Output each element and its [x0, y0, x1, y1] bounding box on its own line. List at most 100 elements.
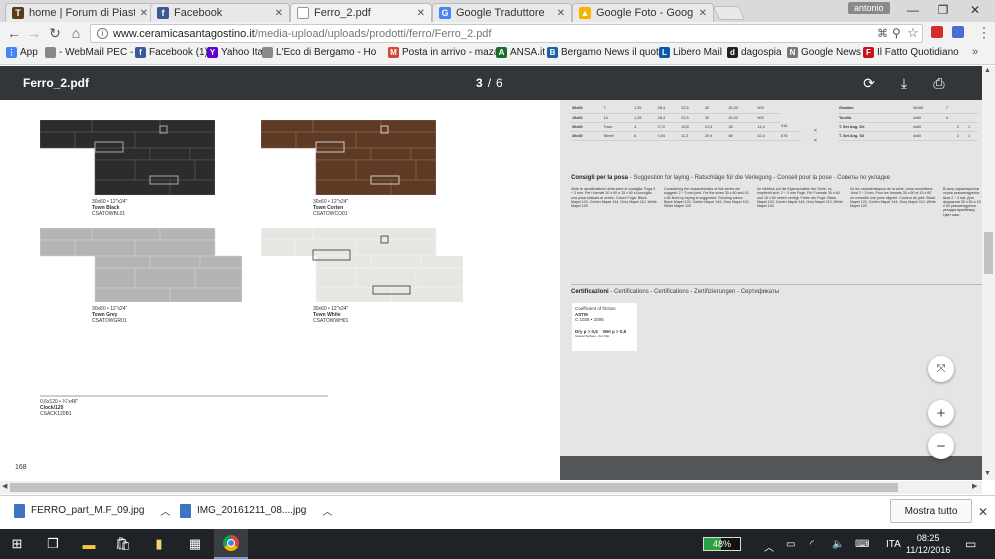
scroll-up-arrow-icon[interactable]: ▲ — [984, 67, 991, 74]
scroll-down-arrow-icon[interactable]: ▼ — [984, 470, 991, 477]
sticky-notes-icon[interactable]: ▮ — [142, 529, 176, 559]
show-hidden-icons-icon[interactable]: ︿ — [764, 539, 774, 554]
reload-icon[interactable]: ↻ — [47, 25, 63, 42]
tab-2[interactable]: f Facebook ✕ — [150, 3, 290, 22]
bookmark-item[interactable]: M Posta in arrivo - maza — [388, 47, 499, 58]
tab-close-icon[interactable]: ✕ — [699, 8, 707, 19]
info-icon[interactable]: i — [97, 28, 108, 39]
bookmark-label: - WebMail PEC - — [59, 47, 134, 58]
rotate-icon[interactable]: ⟳ — [860, 74, 878, 92]
store-icon[interactable]: 🛍 — [106, 529, 140, 559]
chevron-up-icon[interactable]: ︿ — [160, 503, 170, 518]
battery-indicator[interactable]: 48% — [703, 537, 741, 551]
tab-5[interactable]: ▲ Google Foto - Google D ✕ — [572, 3, 714, 22]
table-cell: 15x60 — [571, 113, 603, 123]
bookmark-item[interactable]: f Facebook (1) — [135, 47, 208, 58]
extension-pdf-icon[interactable] — [931, 26, 943, 38]
more-bookmarks-chevron-icon[interactable]: » — [972, 46, 978, 58]
download-item[interactable]: FERRO_part_M.F_09.jpg ︿ — [14, 503, 170, 518]
windows-start-icon[interactable]: ⊞ — [0, 529, 34, 559]
action-center-icon[interactable]: ▭ — [965, 537, 976, 551]
tab-1[interactable]: Thome | Forum di Piastrel ✕ — [5, 3, 155, 22]
language-indicator[interactable]: ITA — [886, 539, 901, 550]
tab-close-icon[interactable]: ✕ — [275, 8, 283, 19]
address-bar[interactable]: i www.ceramicasantagostino.it/media-uplo… — [90, 24, 923, 43]
bookmark-item[interactable]: B Bergamo News il quot — [547, 47, 659, 58]
print-icon[interactable]: ⎙ — [930, 74, 948, 92]
tab-close-icon[interactable]: ✕ — [557, 8, 565, 19]
menu-kebab-icon[interactable]: ⋮ — [977, 24, 991, 41]
bookmark-item[interactable]: F Il Fatto Quotidiano — [863, 47, 959, 58]
tab-3[interactable]: Ferro_2.pdf ✕ — [290, 3, 432, 22]
chrome-taskbar-icon[interactable] — [214, 529, 248, 559]
table-cell — [955, 113, 967, 123]
bookmark-item[interactable]: L Libero Mail — [659, 47, 722, 58]
tab-4[interactable]: G Google Traduttore ✕ — [432, 3, 572, 22]
clock-code: CSACK120B1 — [40, 411, 72, 417]
bookmark-star-icon[interactable]: ☆ — [907, 25, 919, 41]
bookmark-item[interactable]: L'Eco di Bergamo - Ho — [262, 47, 376, 58]
tab-close-icon[interactable]: ✕ — [140, 8, 148, 19]
tile-caption-town-grey: 30x60 • 12"x24" Town Grey CSATOWGR01 — [92, 306, 127, 324]
minimize-icon[interactable]: — — [898, 0, 928, 20]
pdf-page-current[interactable]: 3 — [476, 76, 483, 90]
battery-icon[interactable]: ▭ — [786, 539, 795, 550]
zoom-out-icon[interactable]: − — [928, 433, 954, 459]
restore-icon[interactable]: ❐ — [928, 0, 958, 20]
clock-strip-image — [40, 395, 328, 397]
image-file-icon — [14, 503, 25, 518]
back-arrow-icon[interactable]: ← — [6, 25, 22, 41]
pdf-page-number: 168 — [15, 464, 27, 471]
forward-arrow-icon[interactable]: → — [26, 25, 42, 41]
keyboard-icon[interactable]: ⌨ — [855, 539, 869, 550]
close-window-icon[interactable]: ✕ — [960, 0, 990, 20]
calculator-icon[interactable]: ▦ — [178, 529, 212, 559]
close-downloads-icon[interactable]: ✕ — [978, 505, 988, 519]
fit-to-page-icon[interactable]: ⤧ — [928, 356, 954, 382]
volume-icon[interactable]: 🔈 — [832, 539, 844, 550]
table-cell: 2 — [955, 131, 967, 141]
bookmark-item[interactable]: ⋮ App — [6, 47, 38, 58]
bookmark-item[interactable]: d dagospia — [727, 47, 782, 58]
bookmark-item[interactable]: A ANSA.it — [496, 47, 545, 58]
chevron-up-icon[interactable]: ︿ — [322, 503, 332, 518]
scroll-left-arrow-icon[interactable]: ◀ — [2, 482, 7, 490]
table-cell: 28,4 — [656, 113, 681, 123]
extension-translate-icon[interactable] — [952, 26, 964, 38]
table-cell: 21,9 — [703, 122, 728, 132]
tile-image-town-white — [261, 228, 463, 302]
download-icon[interactable]: ⤓ — [895, 74, 913, 92]
table-cell: 6 — [633, 131, 657, 141]
tab-title: home | Forum di Piastrel — [29, 7, 135, 19]
bookmark-item[interactable]: N Google News — [787, 47, 861, 58]
table-cell — [955, 104, 967, 114]
table-cell: 20,9 — [703, 131, 728, 141]
table-row: 30x60 Town 4 0,72 15,8 21,9 28 14,4 316 — [571, 122, 801, 132]
tab-title: Facebook — [174, 7, 223, 19]
ansa-icon: A — [496, 47, 507, 58]
clock[interactable]: 08:25 11/12/2016 — [906, 532, 950, 556]
zoom-in-icon[interactable]: + — [928, 400, 954, 426]
bookmark-item[interactable]: - WebMail PEC - — [45, 47, 133, 58]
table-cell — [966, 113, 978, 123]
table-cell: 909 — [756, 113, 780, 123]
profile-user-badge[interactable]: antonio — [848, 2, 890, 14]
home-icon[interactable]: ⌂ — [68, 25, 84, 41]
download-item[interactable]: IMG_20161211_08....jpg ︿ — [180, 503, 332, 518]
tab-close-icon[interactable]: ✕ — [417, 8, 425, 19]
vertical-scrollbar-thumb[interactable] — [984, 232, 993, 274]
tile-code: CSATOWWH01 — [313, 318, 349, 324]
scroll-right-arrow-icon[interactable]: ▶ — [972, 482, 977, 490]
cert-note: Natural Surface - Anti Slip — [575, 334, 610, 338]
table-cell: 0,54 — [656, 131, 681, 141]
file-explorer-icon[interactable]: ▬ — [72, 529, 106, 559]
translate-icon[interactable]: ⌘ — [877, 27, 888, 40]
horizontal-scrollbar-thumb[interactable] — [10, 483, 898, 492]
table-cell: 32,4 — [756, 131, 780, 141]
show-all-downloads-button[interactable]: Mostra tutto — [890, 499, 972, 523]
libero-icon: L — [659, 47, 670, 58]
tab-title: Google Foto - Google D — [596, 7, 694, 19]
wifi-icon[interactable]: ◜ — [810, 539, 814, 550]
task-view-icon[interactable]: ❒ — [36, 529, 70, 559]
zoom-search-icon[interactable]: ⚲ — [892, 26, 901, 40]
